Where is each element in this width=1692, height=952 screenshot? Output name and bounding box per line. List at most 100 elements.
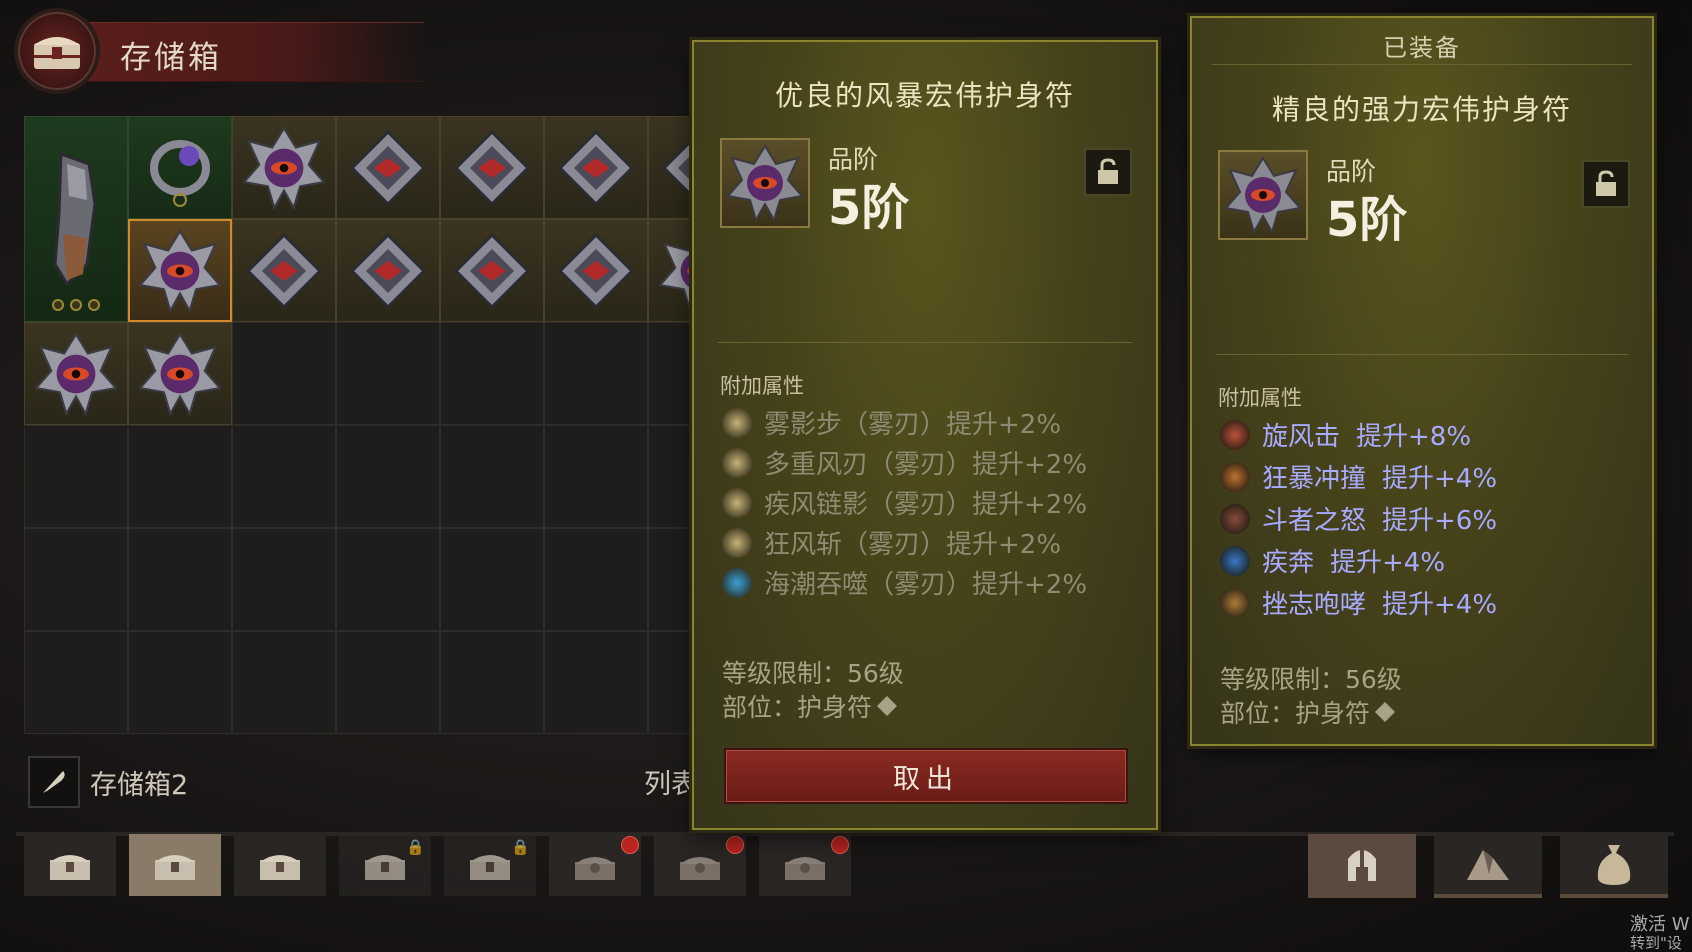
stash-slot-empty[interactable] — [232, 425, 336, 528]
stash-slot-empty[interactable] — [440, 631, 544, 734]
ornate-chest-icon — [680, 857, 720, 880]
stash-tab-7[interactable] — [654, 834, 746, 896]
stash-slot-item[interactable] — [128, 322, 232, 425]
affix-row: 多重风刃（雾刃）提升+2% — [722, 444, 1087, 481]
affix-text: 雾影步（雾刃）提升+2% — [764, 410, 1062, 440]
stash-tab-1[interactable] — [24, 834, 116, 896]
item-tooltip-compare: 优良的风暴宏伟护身符 品阶 5阶 附加属性 雾影步（雾刃）提升+2% 多重风刃（雾… — [692, 40, 1158, 830]
ring-icon — [150, 139, 210, 207]
stash-slot-empty[interactable] — [336, 425, 440, 528]
rune-gem-icon — [349, 232, 427, 309]
stash-slot-empty[interactable] — [440, 528, 544, 631]
gale-slash-icon — [722, 527, 752, 558]
stash-slot-empty[interactable] — [440, 425, 544, 528]
stash-slot-item[interactable] — [544, 219, 648, 322]
affix-row: 狂暴冲撞 提升+4% — [1220, 458, 1497, 495]
stash-slot-item[interactable] — [544, 116, 648, 219]
stash-slot-empty[interactable] — [232, 631, 336, 734]
affix-skill: 旋风击 — [1262, 422, 1341, 452]
fighter-rage-icon — [1220, 503, 1250, 534]
chest-icon — [155, 855, 195, 880]
lock-item-button[interactable] — [1582, 160, 1630, 208]
stash-slot-item[interactable] — [440, 219, 544, 322]
lock-item-button[interactable] — [1084, 148, 1132, 196]
affix-section-title: 附加属性 — [720, 374, 804, 398]
empty-socket-icon — [70, 299, 82, 311]
stash-slot-item[interactable] — [24, 322, 128, 425]
amulet-icon — [1218, 150, 1308, 240]
stash-slot-item[interactable] — [128, 219, 232, 322]
demoralize-roar-icon — [1220, 587, 1250, 618]
stash-slot-empty[interactable] — [544, 528, 648, 631]
affix-skill: 狂暴冲撞 — [1262, 464, 1367, 494]
tab-equipment[interactable] — [1308, 834, 1416, 898]
stash-tab-8[interactable] — [759, 834, 851, 896]
unlock-icon — [1596, 170, 1616, 196]
item-slot: 部位：护身符 — [722, 693, 873, 722]
affix-row: 海潮吞噬（雾刃）提升+2% — [722, 564, 1087, 601]
affix-row: 挫志咆哮 提升+4% — [1220, 584, 1497, 621]
withdraw-button[interactable]: 取出 — [724, 748, 1128, 804]
stash-tab-3[interactable] — [234, 834, 326, 896]
mist-step-icon — [722, 407, 752, 438]
activation-watermark-line2: 转到"设置 — [1630, 934, 1682, 952]
stash-slot-empty[interactable] — [128, 425, 232, 528]
stash-slot-empty[interactable] — [232, 528, 336, 631]
affix-row: 狂风斩（雾刃）提升+2% — [722, 524, 1061, 561]
affix-text: 疾风链影（雾刃）提升+2% — [764, 490, 1088, 520]
stash-tab-5[interactable]: 🔒 — [444, 834, 536, 896]
stash-slot-empty[interactable] — [232, 322, 336, 425]
amulet-icon — [138, 331, 222, 416]
amulet-slot-icon — [877, 696, 898, 716]
stash-slot-empty[interactable] — [440, 322, 544, 425]
affix-text: 多重风刃（雾刃）提升+2% — [764, 450, 1088, 480]
empty-socket-icon — [52, 299, 64, 311]
affix-text: 狂风斩（雾刃）提升+2% — [764, 530, 1062, 560]
affix-row: 斗者之怒 提升+6% — [1220, 500, 1497, 537]
empty-socket-icon — [88, 299, 100, 311]
tab-materials[interactable] — [1434, 834, 1542, 898]
stash-tab-4[interactable]: 🔒 — [339, 834, 431, 896]
stash-slot-item[interactable] — [336, 116, 440, 219]
stash-header: 存储箱 — [14, 8, 424, 94]
chest-icon — [260, 855, 300, 880]
item-tooltip-equipped: 已装备 精良的强力宏伟护身符 品阶 5阶 附加属性 旋风击 提升+8% 狂暴冲撞 提升… — [1190, 16, 1654, 746]
affix-section-title: 附加属性 — [1218, 386, 1302, 410]
slot-row: 部位：护身符 — [722, 688, 898, 724]
stash-slot-item[interactable] — [336, 219, 440, 322]
chest-icon — [470, 855, 510, 880]
list-label[interactable]: 列表 — [644, 762, 698, 801]
stash-slot-empty[interactable] — [336, 631, 440, 734]
stash-slot-empty[interactable] — [544, 631, 648, 734]
multi-blade-icon — [722, 447, 752, 478]
stash-slot-empty[interactable] — [24, 528, 128, 631]
whirlwind-icon — [1220, 419, 1250, 450]
stash-slot-empty[interactable] — [128, 631, 232, 734]
stash-slot-item[interactable] — [440, 116, 544, 219]
ornate-chest-icon — [575, 857, 615, 880]
page-title: 存储箱 — [120, 40, 222, 76]
stash-slot-empty[interactable] — [336, 322, 440, 425]
affix-bonus: 提升+6% — [1382, 506, 1498, 536]
stash-slot-item[interactable] — [128, 116, 232, 219]
gale-chain-icon — [722, 487, 752, 518]
stash-slot-empty[interactable] — [336, 528, 440, 631]
stash-tab-2[interactable] — [129, 834, 221, 896]
stash-slot-empty[interactable] — [544, 425, 648, 528]
stash-slot-empty[interactable] — [24, 631, 128, 734]
affix-bonus: 提升+4% — [1330, 548, 1446, 578]
stash-slot-empty[interactable] — [24, 425, 128, 528]
stash-name: 存储箱2 — [90, 769, 189, 801]
stash-tab-6[interactable] — [549, 834, 641, 896]
stash-slot-gauntlet[interactable] — [24, 116, 128, 322]
stash-slot-item[interactable] — [232, 116, 336, 219]
stash-slot-empty[interactable] — [544, 322, 648, 425]
affix-row: 雾影步（雾刃）提升+2% — [722, 404, 1061, 441]
stash-slot-item[interactable] — [232, 219, 336, 322]
rename-stash-button[interactable] — [28, 756, 80, 808]
stash-slot-empty[interactable] — [128, 528, 232, 631]
tab-gold-bag[interactable] — [1560, 834, 1668, 898]
helmet-icon — [1348, 847, 1376, 881]
rune-gem-icon — [453, 129, 531, 206]
lock-icon: 🔒 — [511, 838, 530, 856]
